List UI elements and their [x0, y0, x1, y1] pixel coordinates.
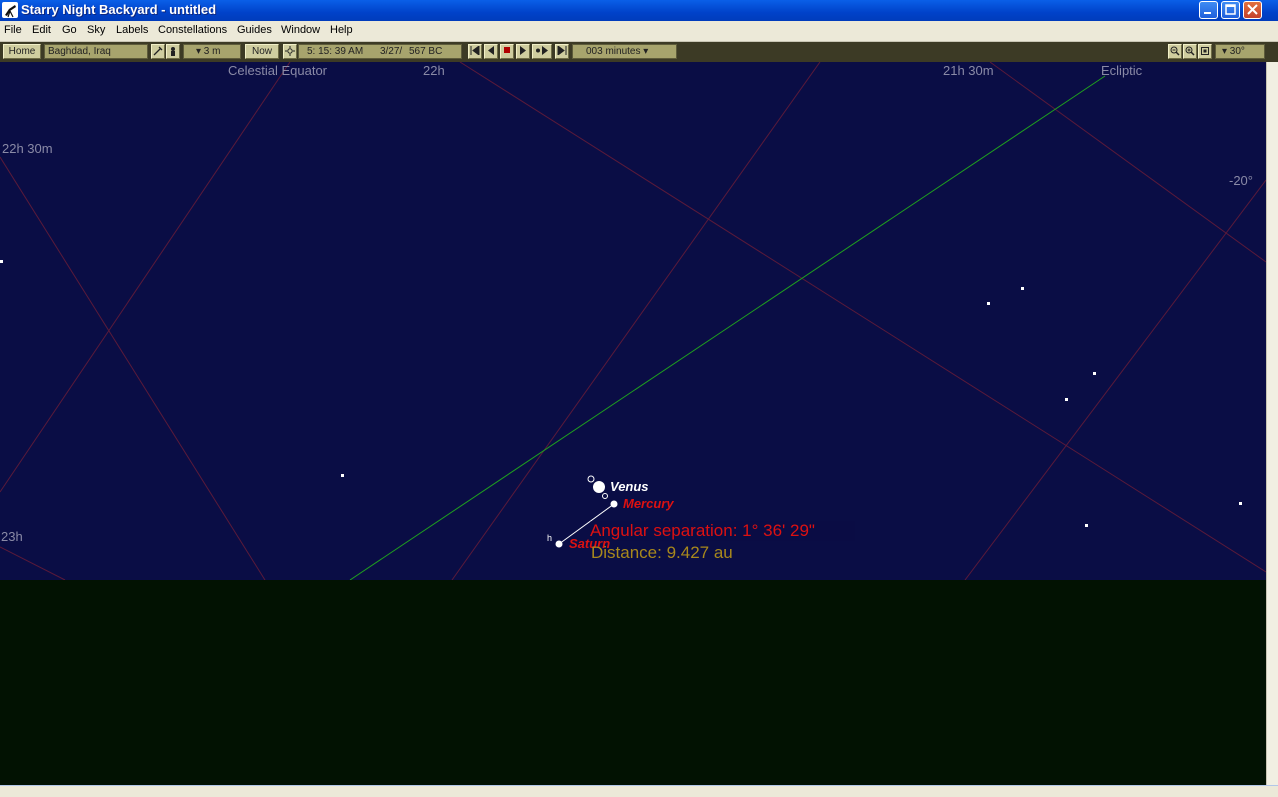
ra-22h-label: 22h [423, 63, 445, 78]
window-right-edge [1266, 62, 1278, 785]
venus-marker[interactable] [593, 481, 605, 493]
grid-line [0, 156, 266, 580]
grid-line [989, 62, 1266, 263]
viewer-icon[interactable] [166, 44, 180, 59]
menu-help[interactable]: Help [330, 24, 353, 36]
fast-reverse-icon[interactable] [468, 44, 482, 59]
star[interactable] [1085, 524, 1088, 527]
stop-icon[interactable] [500, 44, 514, 59]
title-bar[interactable]: Starry Night Backyard - untitled [0, 0, 1278, 21]
ra-23h-label: 23h [1, 529, 23, 544]
menu-go[interactable]: Go [62, 24, 77, 36]
minimize-button[interactable] [1199, 1, 1218, 19]
menu-bar: File Edit Go Sky Labels Constellations G… [0, 21, 1278, 42]
star[interactable] [1239, 502, 1242, 505]
star[interactable] [1021, 287, 1024, 290]
menu-file[interactable]: File [4, 24, 22, 36]
menu-labels[interactable]: Labels [116, 24, 148, 36]
horizon-ground[interactable] [0, 580, 1266, 785]
saturn-marker[interactable] [555, 540, 563, 548]
mercury-marker[interactable] [610, 500, 618, 508]
menu-window[interactable]: Window [281, 24, 320, 36]
year-value[interactable]: 567 BC [409, 46, 442, 57]
grid-line [0, 546, 66, 580]
zoom-out-icon[interactable] [1168, 44, 1182, 59]
close-button[interactable] [1243, 1, 1262, 19]
menu-guides[interactable]: Guides [237, 24, 272, 36]
grid-line [964, 179, 1266, 580]
sun-icon[interactable] [283, 44, 297, 59]
step-forward-icon[interactable] [532, 44, 552, 59]
zoom-box-icon[interactable] [1198, 44, 1212, 59]
ra-21h30m-label: 21h 30m [943, 63, 994, 78]
menu-edit[interactable]: Edit [32, 24, 51, 36]
star[interactable] [341, 474, 344, 477]
window-title: Starry Night Backyard - untitled [21, 2, 217, 17]
elevation-dropdown[interactable]: ▾ 3 m [183, 44, 241, 59]
menu-constellations[interactable]: Constellations [158, 24, 227, 36]
time-step-dropdown[interactable]: 003 minutes ▾ [572, 44, 677, 59]
sky-view[interactable]: h Celestial Equator 22h 21h 30m Ecliptic… [0, 62, 1266, 580]
grid-line [459, 62, 1266, 573]
date-value[interactable]: 3/27/ [380, 46, 402, 57]
toolbar: Home Baghdad, Iraq ▾ 3 m Now 5: 15: 39 A… [0, 42, 1278, 62]
fast-forward-icon[interactable] [555, 44, 569, 59]
star[interactable] [1065, 398, 1068, 401]
zoom-in-icon[interactable] [1183, 44, 1197, 59]
celestial-equator-label: Celestial Equator [228, 63, 327, 78]
ecliptic-label: Ecliptic [1101, 63, 1143, 78]
star[interactable] [987, 302, 990, 305]
star[interactable] [1093, 372, 1096, 375]
star[interactable] [0, 260, 3, 263]
step-back-icon[interactable] [484, 44, 498, 59]
time-date-field[interactable]: 5: 15: 39 AM 3/27/ 567 BC [298, 44, 462, 59]
location-edit-icon[interactable] [151, 44, 165, 59]
maximize-button[interactable] [1221, 1, 1240, 19]
telescope-icon [2, 2, 18, 18]
grid-line [0, 62, 291, 493]
ecliptic-line [349, 75, 1106, 580]
distance-readout: Distance: 9.427 au [591, 543, 733, 562]
mercury-symbol [602, 493, 608, 499]
venus-symbol [587, 475, 595, 483]
venus-label[interactable]: Venus [610, 479, 649, 494]
angular-separation-readout: Angular separation: 1° 36' 29" [590, 521, 855, 541]
mercury-label[interactable]: Mercury [623, 496, 674, 511]
dec-minus20-label: -20° [1229, 173, 1253, 188]
home-button[interactable]: Home [3, 44, 41, 59]
field-of-view-dropdown[interactable]: ▾ 30° [1215, 44, 1265, 59]
saturn-symbol: h [547, 533, 552, 543]
time-value[interactable]: 5: 15: 39 AM [307, 46, 363, 57]
ra-22h30m-label: 22h 30m [2, 141, 53, 156]
now-button[interactable]: Now [245, 44, 279, 59]
play-icon[interactable] [516, 44, 530, 59]
window-bottom-edge [0, 785, 1278, 797]
location-field[interactable]: Baghdad, Iraq [44, 44, 148, 59]
menu-sky[interactable]: Sky [87, 24, 105, 36]
